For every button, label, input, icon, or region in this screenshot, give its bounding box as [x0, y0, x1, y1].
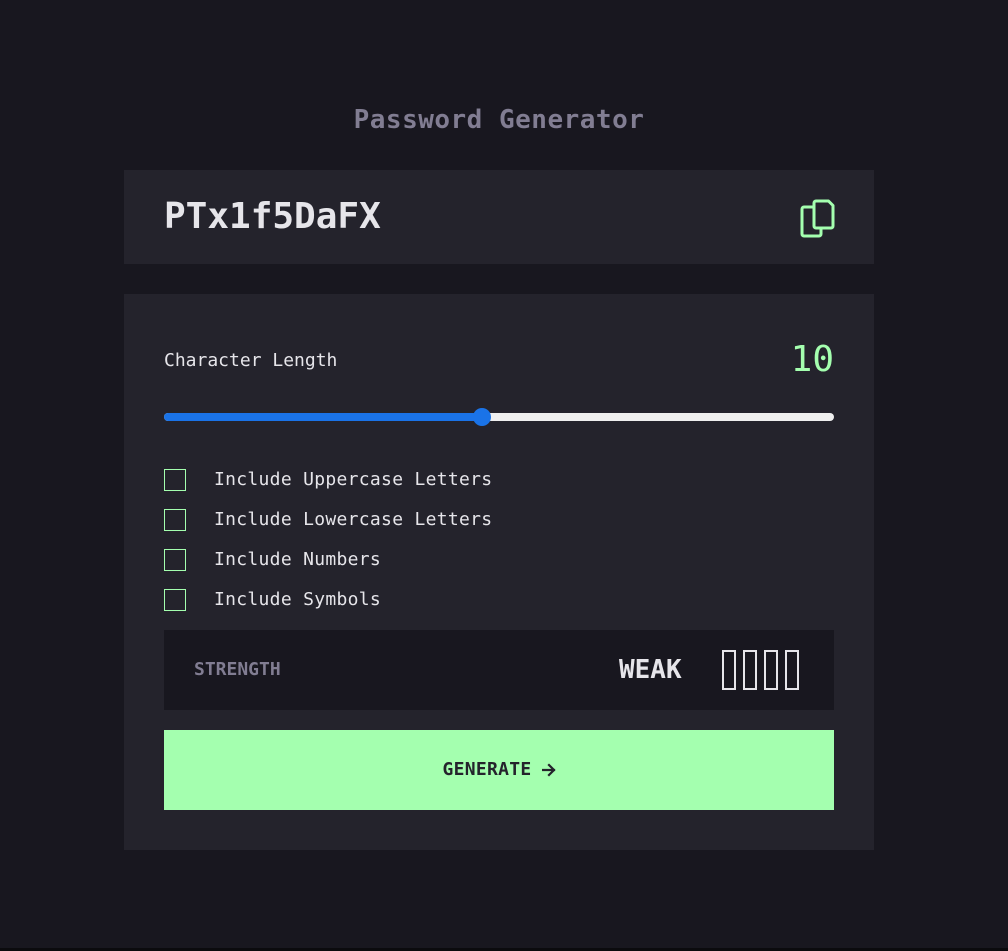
option-uppercase[interactable]: Include Uppercase Letters [164, 468, 834, 492]
options-list: Include Uppercase Letters Include Lowerc… [164, 468, 834, 628]
character-length-value: 10 [790, 339, 834, 380]
strength-meter: STRENGTH WEAK [164, 630, 834, 710]
strength-bar [764, 650, 778, 690]
character-length-label: Character Length [164, 350, 338, 371]
password-display: PTx1f5DaFX [124, 170, 874, 264]
option-label: Include Uppercase Letters [214, 469, 493, 490]
password-text: PTx1f5DaFX [164, 196, 381, 237]
slider-fill [164, 413, 483, 421]
copy-button[interactable] [796, 196, 838, 240]
arrow-right-icon [541, 763, 556, 777]
option-label: Include Lowercase Letters [214, 509, 493, 530]
strength-bars [722, 650, 799, 690]
strength-bar [722, 650, 736, 690]
slider-thumb[interactable] [473, 408, 492, 426]
strength-bar [743, 650, 757, 690]
character-length-slider[interactable] [164, 408, 834, 426]
numbers-checkbox[interactable] [164, 549, 186, 571]
generate-label: GENERATE [442, 759, 532, 780]
option-label: Include Numbers [214, 549, 382, 570]
option-numbers[interactable]: Include Numbers [164, 548, 834, 572]
strength-label: STRENGTH [194, 659, 281, 680]
app-title: Password Generator [353, 105, 645, 135]
settings-panel: Character Length 10 Include Uppercase Le… [124, 294, 874, 850]
strength-value: WEAK [619, 655, 682, 685]
option-lowercase[interactable]: Include Lowercase Letters [164, 508, 834, 532]
symbols-checkbox[interactable] [164, 589, 186, 611]
strength-bar [785, 650, 799, 690]
option-label: Include Symbols [214, 589, 382, 610]
generate-button[interactable]: GENERATE [164, 730, 834, 810]
copy-icon [800, 199, 835, 238]
lowercase-checkbox[interactable] [164, 509, 186, 531]
option-symbols[interactable]: Include Symbols [164, 588, 834, 612]
uppercase-checkbox[interactable] [164, 469, 186, 491]
